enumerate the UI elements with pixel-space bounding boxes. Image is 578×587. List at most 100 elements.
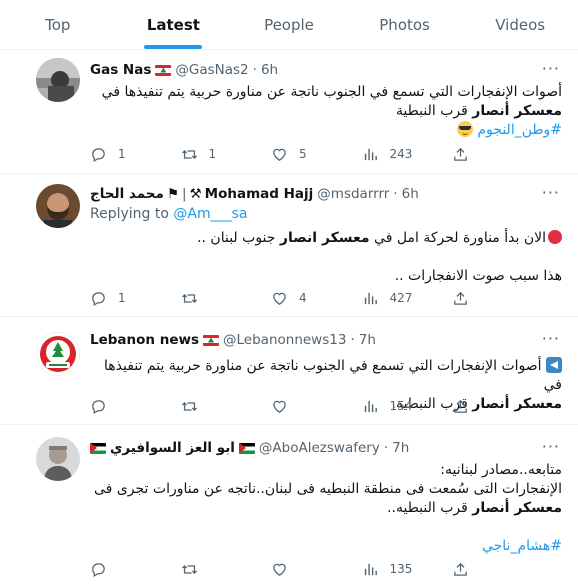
- retweet-icon: [181, 293, 197, 303]
- retweet-icon: [181, 149, 197, 159]
- separator-bar: |: [181, 186, 187, 202]
- tweet-header: ابو العز السوافيري @AboAlezswafery · 7h: [90, 439, 562, 457]
- views-chart-icon: [364, 563, 377, 575]
- tweet-line: الان بدأ مناورة لحركة امل في معسكر انصار…: [90, 229, 562, 248]
- like-button[interactable]: [271, 397, 329, 415]
- avatar[interactable]: [36, 58, 80, 102]
- separator-dot: ·: [383, 440, 389, 456]
- reply-icon: [92, 147, 105, 162]
- more-options-icon[interactable]: ···: [542, 329, 560, 348]
- tweet[interactable]: ابو العز السوافيري @AboAlezswafery · 7h …: [0, 425, 578, 587]
- flag-icon: ⚑: [166, 186, 179, 202]
- reply-icon: [92, 399, 105, 414]
- avatar[interactable]: [36, 332, 80, 376]
- timestamp[interactable]: 6h: [402, 186, 419, 202]
- views-button[interactable]: 154: [362, 397, 420, 415]
- share-icon: [454, 291, 467, 305]
- avatar[interactable]: [36, 184, 80, 228]
- handle[interactable]: @GasNas2: [175, 62, 248, 78]
- share-button[interactable]: [452, 289, 480, 307]
- retweet-button[interactable]: 1: [181, 145, 239, 163]
- hashtag-link[interactable]: #وطن_النجوم: [477, 122, 562, 138]
- active-tab-indicator: [144, 45, 203, 49]
- tweet-line: الإنفجارات التى سُمعت فى منطقة النبطيه ف…: [94, 481, 562, 497]
- tweet-line: هذا سبب صوت الانفجارات ..: [394, 268, 562, 284]
- tweet[interactable]: Lebanon news @Lebanonnews13 · 7h ··· أصو…: [0, 317, 578, 425]
- views-button[interactable]: 427: [362, 289, 420, 307]
- tab-label: Latest: [146, 15, 200, 34]
- bold-text: معسكر أنصار: [472, 103, 562, 119]
- replying-to-link[interactable]: @Am___sa: [173, 206, 247, 222]
- retweet-count: 1: [208, 147, 217, 161]
- tab-videos[interactable]: Videos: [462, 0, 578, 49]
- avatar[interactable]: [36, 437, 80, 481]
- view-count: 243: [389, 147, 413, 161]
- timestamp[interactable]: 6h: [261, 62, 278, 78]
- retweet-button[interactable]: [181, 397, 239, 415]
- timestamp[interactable]: 7h: [392, 440, 409, 456]
- tab-label: Photos: [379, 15, 430, 34]
- tweet[interactable]: محمد الحاج ⚑ | ⚒ Mohamad Hajj @msdarrrr …: [0, 174, 578, 317]
- text-span: الان بدأ مناورة لحركة امل في: [369, 230, 546, 246]
- tweet-line: أصوات الإنفجارات التي تسمع في الجنوب نات…: [90, 357, 562, 395]
- views-button[interactable]: 135: [362, 560, 420, 578]
- sunglasses-emoji-icon: [456, 121, 473, 137]
- handle[interactable]: @msdarrrr: [317, 186, 389, 202]
- tweet-actions: 1 1 5 243: [90, 145, 480, 163]
- share-icon: [454, 562, 467, 576]
- like-count: 4: [299, 291, 307, 305]
- like-button[interactable]: 5: [271, 145, 329, 163]
- figure-icon: ⚒: [189, 186, 202, 202]
- heart-icon: [273, 563, 286, 576]
- share-button[interactable]: [452, 560, 480, 578]
- tweet-actions: 1 4 427: [90, 289, 480, 307]
- tab-label: Top: [45, 15, 71, 34]
- reply-button[interactable]: [90, 560, 148, 578]
- reply-icon: [92, 291, 105, 306]
- tweet[interactable]: Gas Nas @GasNas2 · 6h ··· أصوات الإنفجار…: [0, 50, 578, 174]
- hashtag-link[interactable]: #هشام_ناجي: [482, 538, 562, 554]
- replying-to: Replying to @Am___sa: [90, 206, 562, 222]
- share-icon: [454, 147, 467, 161]
- tab-top[interactable]: Top: [0, 0, 116, 49]
- more-options-icon[interactable]: ···: [542, 183, 560, 202]
- share-button[interactable]: [452, 397, 480, 415]
- timestamp[interactable]: 7h: [359, 332, 376, 348]
- view-count: 135: [389, 562, 413, 576]
- tab-latest[interactable]: Latest: [116, 0, 232, 49]
- reply-icon: [92, 562, 105, 577]
- like-button[interactable]: [271, 560, 329, 578]
- like-button[interactable]: 4: [271, 289, 329, 307]
- text-span: قرب النبطيه..: [387, 500, 473, 516]
- views-button[interactable]: 243: [362, 145, 420, 163]
- display-name-arabic[interactable]: محمد الحاج: [90, 186, 164, 202]
- text-span: قرب النبطية: [395, 103, 473, 119]
- display-name[interactable]: Gas Nas: [90, 62, 151, 78]
- share-button[interactable]: [452, 145, 480, 163]
- tweet-text: الان بدأ مناورة لحركة امل في معسكر انصار…: [90, 229, 562, 286]
- more-options-icon[interactable]: ···: [542, 59, 560, 78]
- reply-button[interactable]: 1: [90, 289, 148, 307]
- reply-button[interactable]: 1: [90, 145, 148, 163]
- retweet-button[interactable]: [181, 289, 239, 307]
- display-name[interactable]: Lebanon news: [90, 332, 199, 348]
- tweet-line: #هشام_ناجي: [90, 537, 562, 556]
- display-name[interactable]: ابو العز السوافيري: [110, 440, 235, 456]
- lebanon-flag-icon: [203, 334, 220, 346]
- tab-people[interactable]: People: [231, 0, 347, 49]
- palestine-flag-icon: [90, 442, 106, 454]
- reply-button[interactable]: [90, 397, 148, 415]
- handle[interactable]: @AboAlezswafery: [259, 440, 380, 456]
- tweet-header: محمد الحاج ⚑ | ⚒ Mohamad Hajj @msdarrrr …: [90, 185, 562, 203]
- tab-label: People: [264, 15, 314, 34]
- more-options-icon[interactable]: ···: [542, 437, 560, 456]
- arrow-left-emoji-icon: [546, 357, 562, 373]
- separator-dot: ·: [350, 332, 355, 348]
- display-name[interactable]: Mohamad Hajj: [205, 186, 314, 202]
- retweet-icon: [181, 564, 197, 574]
- retweet-button[interactable]: [181, 560, 239, 578]
- view-count: 154: [389, 399, 413, 413]
- tab-photos[interactable]: Photos: [347, 0, 463, 49]
- handle[interactable]: @Lebanonnews13: [223, 332, 346, 348]
